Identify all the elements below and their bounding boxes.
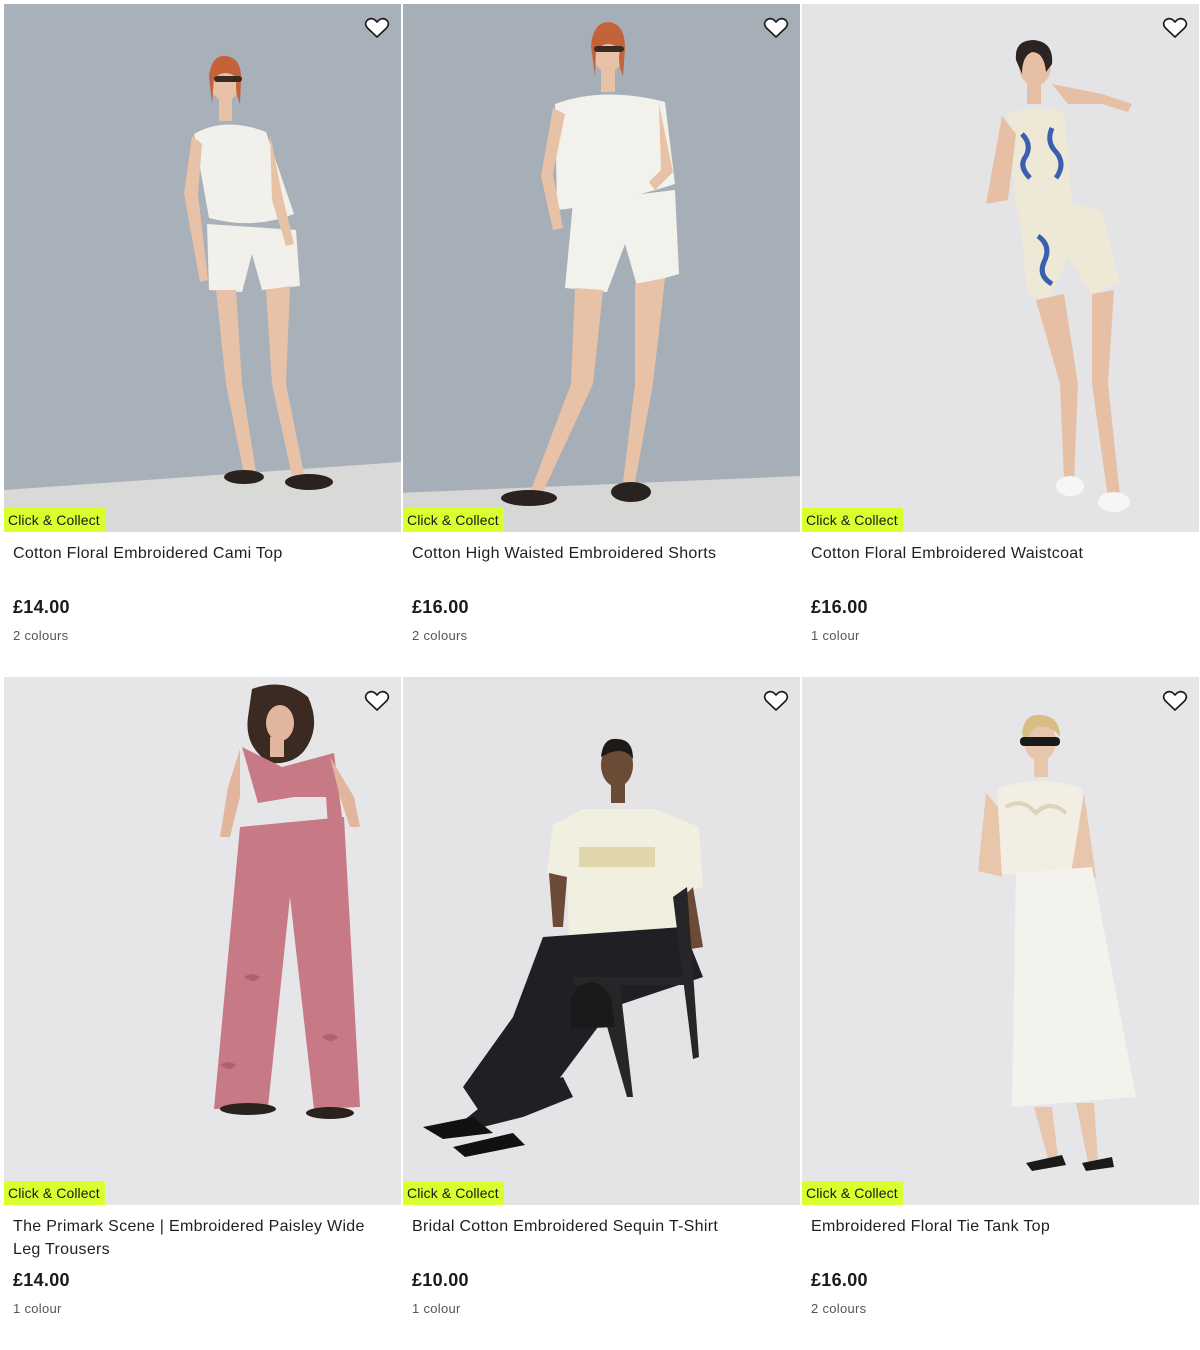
product-image[interactable]: Click & Collect	[403, 677, 800, 1205]
model-figure	[501, 22, 679, 506]
product-title[interactable]: Bridal Cotton Embroidered Sequin T-Shirt	[412, 1215, 791, 1261]
product-card[interactable]: Click & Collect Embroidered Floral Tie T…	[802, 677, 1199, 1350]
product-info: Cotton Floral Embroidered Waistcoat £16.…	[802, 532, 1199, 643]
product-image[interactable]: Click & Collect	[802, 677, 1199, 1205]
model-figure	[423, 738, 703, 1157]
product-price: £14.00	[13, 597, 70, 617]
click-collect-badge: Click & Collect	[403, 508, 504, 532]
model-figure	[978, 714, 1136, 1171]
product-image[interactable]: Click & Collect	[4, 677, 401, 1205]
click-collect-badge: Click & Collect	[802, 1181, 903, 1205]
product-card[interactable]: Click & Collect Cotton Floral Embroidere…	[4, 4, 401, 677]
product-colours: 2 colours	[412, 628, 468, 643]
product-title[interactable]: The Primark Scene | Embroidered Paisley …	[13, 1215, 392, 1261]
product-card[interactable]: Click & Collect Cotton Floral Embroidere…	[802, 4, 1199, 677]
product-colours: 1 colour	[811, 628, 860, 643]
product-card[interactable]: Click & Collect Cotton High Waisted Embr…	[403, 4, 800, 677]
product-info: Bridal Cotton Embroidered Sequin T-Shirt…	[403, 1205, 800, 1316]
product-image[interactable]: Click & Collect	[403, 4, 800, 532]
product-price: £16.00	[811, 1270, 868, 1290]
product-colours: 1 colour	[13, 1301, 62, 1316]
wishlist-heart-icon[interactable]	[364, 688, 390, 714]
product-title[interactable]: Cotton Floral Embroidered Waistcoat	[811, 542, 1190, 588]
product-colours: 2 colours	[13, 628, 69, 643]
product-info: Cotton Floral Embroidered Cami Top £14.0…	[4, 532, 401, 643]
model-figure	[214, 684, 360, 1119]
product-grid: Click & Collect Cotton Floral Embroidere…	[4, 4, 1199, 1350]
product-title[interactable]: Cotton Floral Embroidered Cami Top	[13, 542, 392, 588]
wishlist-heart-icon[interactable]	[1162, 688, 1188, 714]
model-figure	[184, 55, 333, 490]
click-collect-badge: Click & Collect	[802, 508, 903, 532]
product-card[interactable]: Click & Collect Bridal Cotton Embroidere…	[403, 677, 800, 1350]
product-image[interactable]: Click & Collect	[4, 4, 401, 532]
wishlist-heart-icon[interactable]	[364, 15, 390, 41]
product-title[interactable]: Embroidered Floral Tie Tank Top	[811, 1215, 1190, 1261]
wishlist-heart-icon[interactable]	[1162, 15, 1188, 41]
product-colours: 1 colour	[412, 1301, 461, 1316]
product-info: The Primark Scene | Embroidered Paisley …	[4, 1205, 401, 1316]
product-price: £16.00	[811, 597, 868, 617]
product-colours: 2 colours	[811, 1301, 867, 1316]
product-price: £10.00	[412, 1270, 469, 1290]
product-card[interactable]: Click & Collect The Primark Scene | Embr…	[4, 677, 401, 1350]
product-info: Embroidered Floral Tie Tank Top £16.00 2…	[802, 1205, 1199, 1316]
product-title[interactable]: Cotton High Waisted Embroidered Shorts	[412, 542, 791, 588]
product-image[interactable]: Click & Collect	[802, 4, 1199, 532]
wishlist-heart-icon[interactable]	[763, 688, 789, 714]
product-info: Cotton High Waisted Embroidered Shorts £…	[403, 532, 800, 643]
click-collect-badge: Click & Collect	[4, 1181, 105, 1205]
model-figure	[986, 40, 1132, 512]
click-collect-badge: Click & Collect	[4, 508, 105, 532]
product-price: £16.00	[412, 597, 469, 617]
wishlist-heart-icon[interactable]	[763, 15, 789, 41]
product-price: £14.00	[13, 1270, 70, 1290]
click-collect-badge: Click & Collect	[403, 1181, 504, 1205]
